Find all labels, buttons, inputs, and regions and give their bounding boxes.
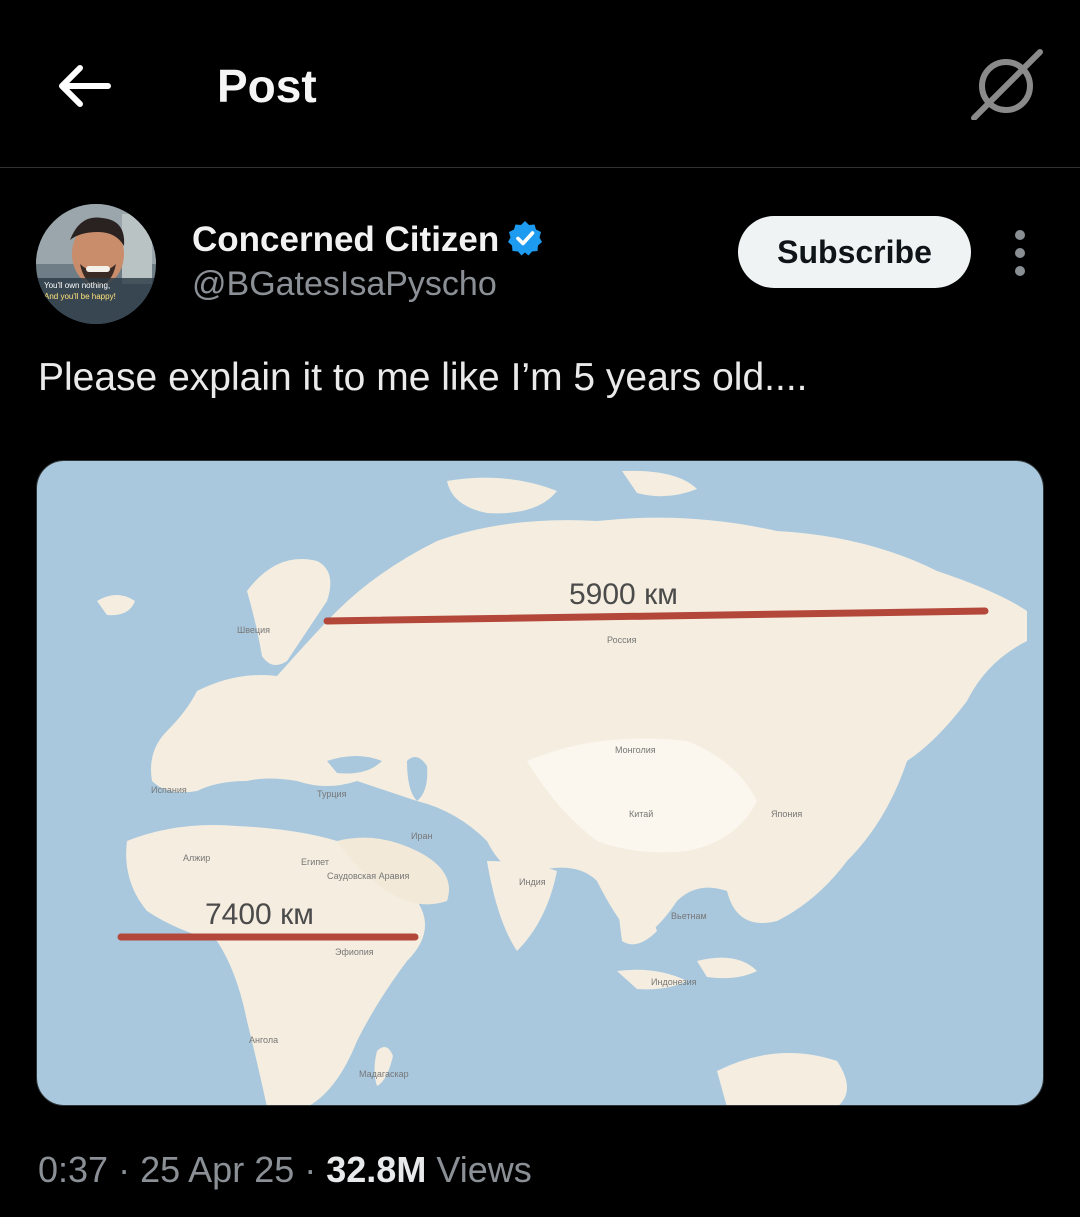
grok-icon xyxy=(971,49,1043,121)
bottom-distance-label: 7400 км xyxy=(205,898,314,931)
label-russia: Россия xyxy=(607,635,637,645)
post-media-image[interactable]: 5900 км 7400 км Россия Монголия Китай Яп… xyxy=(36,460,1044,1106)
views-count[interactable]: 32.8M xyxy=(326,1149,426,1190)
label-algeria: Алжир xyxy=(183,853,210,863)
label-madagascar: Мадагаскар xyxy=(359,1069,409,1079)
label-iran: Иран xyxy=(411,831,432,841)
page-title: Post xyxy=(217,60,317,112)
verified-badge-icon xyxy=(508,221,543,256)
label-angola: Ангола xyxy=(249,1035,278,1045)
avatar-caption-1: You'll own nothing, xyxy=(44,281,110,290)
label-vietnam: Вьетнам xyxy=(671,911,707,921)
author-handle[interactable]: @BGatesIsaPyscho xyxy=(192,262,497,306)
meta-separator: · xyxy=(304,1149,317,1190)
top-bar: Post xyxy=(0,0,1080,168)
more-options-button[interactable] xyxy=(1000,226,1040,280)
label-saudi: Саудовская Аравия xyxy=(327,871,409,881)
post-time: 0:37 xyxy=(38,1149,109,1190)
post-text: Please explain it to me like I’m 5 years… xyxy=(38,356,808,399)
label-sweden: Швеция xyxy=(237,625,270,635)
label-china: Китай xyxy=(629,809,653,819)
top-distance-label: 5900 км xyxy=(569,578,678,611)
label-japan: Япония xyxy=(771,809,802,819)
label-mongolia: Монголия xyxy=(615,745,656,755)
avatar-caption-2: And you'll be happy! xyxy=(44,292,116,301)
author-name[interactable]: Concerned Citizen xyxy=(192,220,499,259)
post-meta: 0:37 · 25 Apr 25 · 32.8M Views xyxy=(38,1146,532,1194)
label-turkey: Турция xyxy=(317,789,347,799)
author-avatar[interactable]: You'll own nothing, And you'll be happy! xyxy=(36,204,156,324)
more-vertical-icon xyxy=(1015,230,1025,276)
views-label[interactable]: Views xyxy=(436,1149,531,1190)
label-ethiopia: Эфиопия xyxy=(335,947,374,957)
meta-separator: · xyxy=(118,1149,131,1190)
back-button[interactable] xyxy=(54,58,114,114)
label-indonesia: Индонезия xyxy=(651,977,697,987)
post-date: 25 Apr 25 xyxy=(140,1149,295,1190)
back-arrow-icon xyxy=(59,65,111,107)
author-name-row[interactable]: Concerned Citizen xyxy=(192,218,543,262)
avatar-image: You'll own nothing, And you'll be happy! xyxy=(36,204,156,324)
subscribe-button[interactable]: Subscribe xyxy=(738,216,971,288)
grok-button[interactable] xyxy=(968,48,1046,121)
map-image: 5900 км 7400 км Россия Монголия Китай Яп… xyxy=(37,461,1043,1105)
label-egypt: Египет xyxy=(301,857,329,867)
label-india: Индия xyxy=(519,877,546,887)
label-spain: Испания xyxy=(151,785,187,795)
